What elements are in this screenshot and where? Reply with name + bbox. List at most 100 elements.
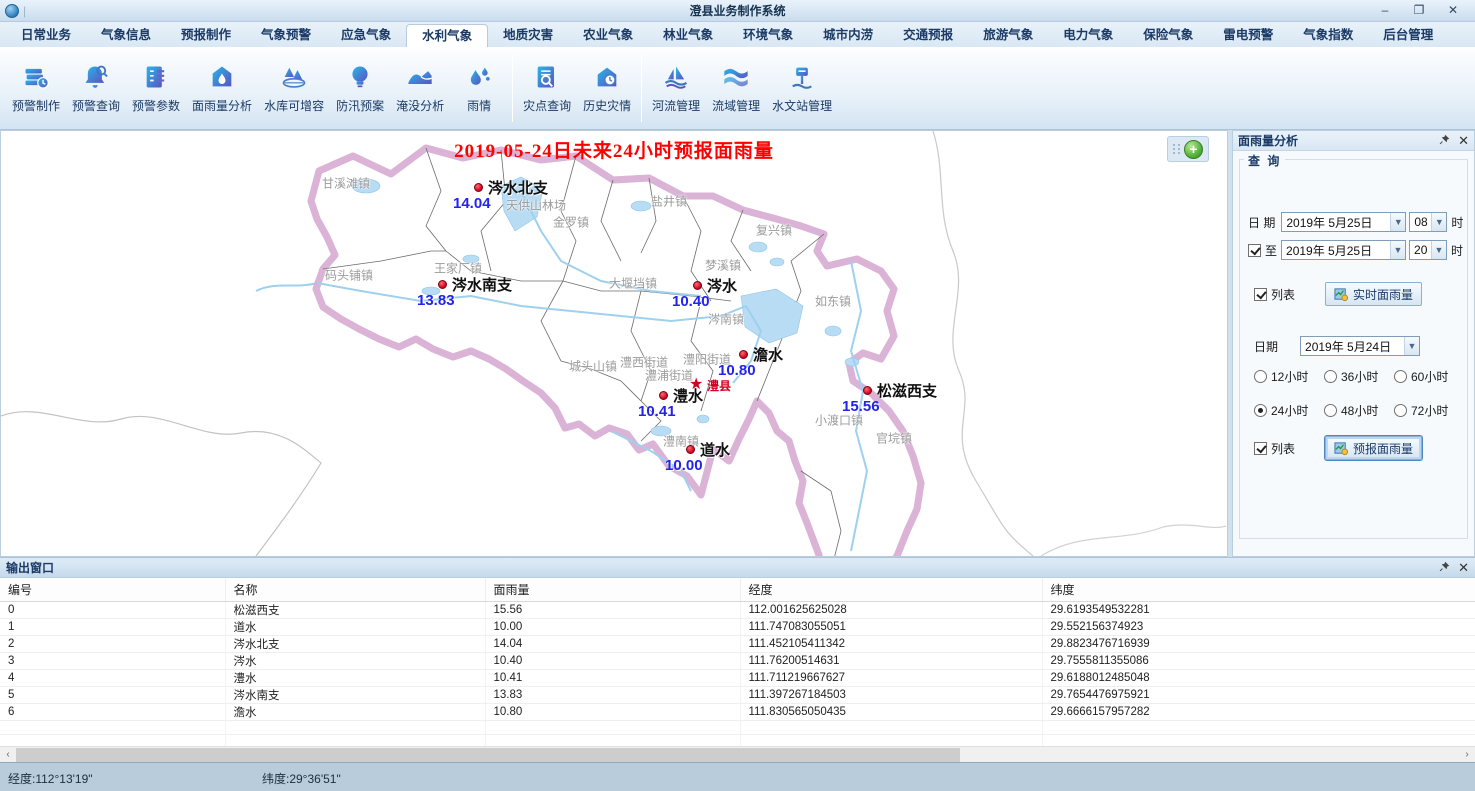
pin-icon[interactable] [1439,559,1450,577]
radio-36小时[interactable]: 36小时 [1324,368,1394,385]
disaster-query-icon [532,62,562,92]
pin-icon[interactable] [1439,132,1450,150]
toolbar-flood-plan-button[interactable]: 防汛预案 [330,58,390,118]
toolbar-inundation-analysis-button[interactable]: 淹没分析 [390,58,450,118]
end-date-select[interactable]: 2019年 5月25日 ▼ [1281,240,1406,260]
end-hour-value: 20 [1414,243,1427,257]
tab-气象预警[interactable]: 气象预警 [246,24,326,47]
toolbar-warning-params-button[interactable]: 预警参数 [126,58,186,118]
column-header-名称[interactable]: 名称 [225,578,485,601]
realtime-rainfall-button[interactable]: 实时面雨量 [1325,282,1422,306]
table-cell: 5 [0,686,225,703]
list-checkbox[interactable] [1254,288,1267,301]
minimize-icon[interactable]: – [1375,3,1395,19]
toolbar-button-label: 面雨量分析 [192,97,252,114]
tab-旅游气象[interactable]: 旅游气象 [968,24,1048,47]
panel-close-icon[interactable]: ✕ [1458,135,1469,146]
radio-60小时[interactable]: 60小时 [1394,368,1462,385]
toolbar-rain-info-button[interactable]: 雨情 [450,58,508,118]
column-header-纬度[interactable]: 纬度 [1042,578,1475,601]
close-icon[interactable]: ✕ [1443,3,1463,19]
column-header-编号[interactable]: 编号 [0,578,225,601]
table-row[interactable]: 3涔水10.40111.7620051463129.7555811355086 [0,652,1475,669]
tab-气象信息[interactable]: 气象信息 [86,24,166,47]
radio-24小时[interactable]: 24小时 [1254,402,1324,419]
tab-电力气象[interactable]: 电力气象 [1048,24,1128,47]
table-cell: 29.7555811355086 [1042,652,1475,669]
station-value: 10.40 [672,293,710,310]
tab-水利气象[interactable]: 水利气象 [406,24,488,47]
table-row[interactable]: 1道水10.00111.74708305505129.552156374923 [0,618,1475,635]
radio-icon [1254,370,1267,383]
tab-交通预报[interactable]: 交通预报 [888,24,968,47]
horizontal-scrollbar[interactable]: ‹ › [0,746,1475,763]
county-seat-label: 澧县 [707,377,731,394]
forecast-list-label: 列表 [1271,440,1295,457]
map-area[interactable]: 2019-05-24日未来24小时预报面雨量 甘溪滩镇天供山林场金罗镇盐井镇复兴… [0,130,1228,557]
table-cell: 112.001625625028 [740,601,1042,618]
table-row[interactable]: 4澧水10.41111.71121966762729.6188012485048 [0,669,1475,686]
column-header-经度[interactable]: 经度 [740,578,1042,601]
tab-应急气象[interactable]: 应急气象 [326,24,406,47]
forecast-date-select[interactable]: 2019年 5月24日 ▼ [1300,336,1420,356]
title-bar: | 澄县业务制作系统 – ❐ ✕ [0,0,1475,22]
tab-农业气象[interactable]: 农业气象 [568,24,648,47]
toolbar-hydrostation-mgmt-button[interactable]: 水文站管理 [766,58,838,118]
tab-日常业务[interactable]: 日常业务 [6,24,86,47]
toolbar-river-mgmt-button[interactable]: 河流管理 [646,58,706,118]
tab-预报制作[interactable]: 预报制作 [166,24,246,47]
scrollbar-thumb[interactable] [16,748,960,763]
radio-label: 48小时 [1341,402,1378,419]
station-dot-icon [438,280,447,289]
chevron-down-icon: ▼ [1390,241,1405,259]
warning-make-icon [21,62,51,92]
forecast-list-checkbox[interactable] [1254,442,1267,455]
station-name: 涔水北支 [488,177,548,198]
toolbar-area-rainfall-button[interactable]: 面雨量分析 [186,58,258,118]
table-cell: 10.40 [485,652,740,669]
forecast-rainfall-button[interactable]: 预报面雨量 [1325,436,1422,460]
station-value: 10.41 [638,403,676,420]
start-date-value: 2019年 5月25日 [1286,214,1372,231]
column-header-面雨量[interactable]: 面雨量 [485,578,740,601]
table-cell: 3 [0,652,225,669]
tab-气象指数[interactable]: 气象指数 [1288,24,1368,47]
to-checkbox[interactable] [1248,244,1261,257]
table-row[interactable]: 6澹水10.80111.83056505043529.6666157957282 [0,703,1475,720]
table-cell: 涔水南支 [225,686,485,703]
maximize-icon[interactable]: ❐ [1409,3,1429,19]
toolbar-basin-mgmt-button[interactable]: 流域管理 [706,58,766,118]
start-date-select[interactable]: 2019年 5月25日 ▼ [1281,212,1406,232]
station-dot-icon [659,391,668,400]
table-row[interactable]: 0松滋西支15.56112.00162562502829.61935495322… [0,601,1475,618]
radio-label: 36小时 [1341,368,1378,385]
toolbar-reservoir-capacity-button[interactable]: 水库可增容 [258,58,330,118]
toolbar-disaster-history-button[interactable]: 历史灾情 [577,58,637,118]
tab-城市内涝[interactable]: 城市内涝 [808,24,888,47]
radio-48小时[interactable]: 48小时 [1324,402,1394,419]
tab-后台管理[interactable]: 后台管理 [1368,24,1448,47]
forecast-date-value: 2019年 5月24日 [1305,338,1391,355]
table-cell: 澹水 [225,703,485,720]
table-row[interactable] [0,720,1475,734]
table-row[interactable]: 5涔水南支13.83111.39726718450329.76544769759… [0,686,1475,703]
end-hour-select[interactable]: 20 ▼ [1409,240,1447,260]
town-label: 码头铺镇 [325,267,373,284]
tab-雷电预警[interactable]: 雷电预警 [1208,24,1288,47]
toolbar-warning-make-button[interactable]: 预警制作 [6,58,66,118]
tab-保险气象[interactable]: 保险气象 [1128,24,1208,47]
map-add-button[interactable]: + [1184,140,1203,159]
radio-label: 12小时 [1271,368,1308,385]
toolbar-warning-query-button[interactable]: 预警查询 [66,58,126,118]
tab-林业气象[interactable]: 林业气象 [648,24,728,47]
radio-12小时[interactable]: 12小时 [1254,368,1324,385]
toolbar-button-label: 预警查询 [72,97,120,114]
table-row[interactable]: 2涔水北支14.04111.45210541134229.88234767169… [0,635,1475,652]
tab-地质灾害[interactable]: 地质灾害 [488,24,568,47]
output-close-icon[interactable]: ✕ [1458,562,1469,573]
radio-72小时[interactable]: 72小时 [1394,402,1462,419]
tab-环境气象[interactable]: 环境气象 [728,24,808,47]
toolbar-disaster-query-button[interactable]: 灾点查询 [517,58,577,118]
start-hour-select[interactable]: 08 ▼ [1409,212,1447,232]
drag-handle-icon[interactable] [1173,144,1181,154]
